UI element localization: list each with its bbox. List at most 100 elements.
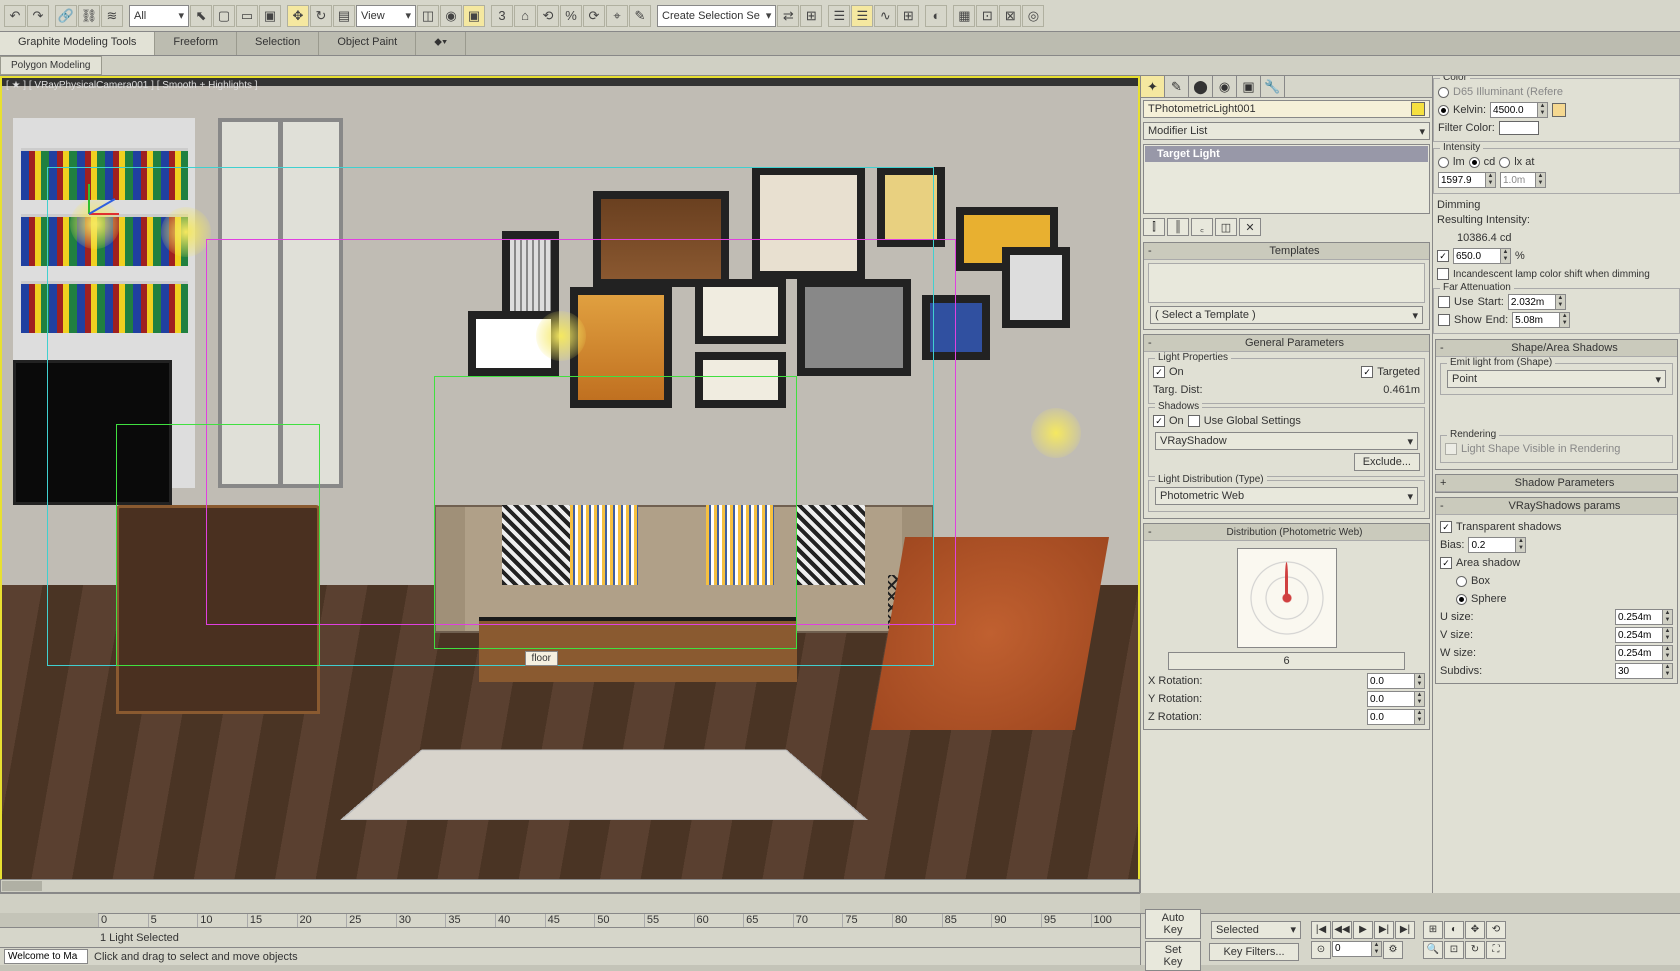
link-button[interactable]: 🔗 bbox=[55, 5, 77, 27]
usize-spinner[interactable]: ▲▼ bbox=[1615, 609, 1673, 625]
snap3-button[interactable]: 3 bbox=[491, 5, 513, 27]
xrot-spinner[interactable]: ▲▼ bbox=[1367, 673, 1425, 689]
subtab-polymodel[interactable]: Polygon Modeling bbox=[0, 56, 102, 75]
modifier-list-dropdown[interactable]: Modifier List bbox=[1143, 122, 1430, 140]
kelvin-spinner[interactable]: ▲▼ bbox=[1490, 102, 1548, 118]
shadows-on-checkbox[interactable] bbox=[1153, 415, 1165, 427]
keyfilters-button[interactable]: Key Filters... bbox=[1209, 943, 1299, 961]
vsize-spinner[interactable]: ▲▼ bbox=[1615, 627, 1673, 643]
h-scrollbar[interactable] bbox=[0, 879, 1140, 893]
vp-nav2[interactable]: ◐ bbox=[1444, 921, 1464, 939]
spinner-snap-button[interactable]: ⟳ bbox=[583, 5, 605, 27]
schematic-button[interactable]: ⊞ bbox=[897, 5, 919, 27]
tab-more[interactable]: ⬥▾ bbox=[416, 32, 466, 55]
quick-render-button[interactable]: ⊠ bbox=[999, 5, 1021, 27]
bind-button[interactable]: ≋ bbox=[101, 5, 123, 27]
ename-button[interactable]: ⌖ bbox=[606, 5, 628, 27]
tab-display[interactable]: ▣ bbox=[1237, 76, 1261, 97]
current-frame-spinner[interactable]: ▲▼ bbox=[1332, 941, 1382, 957]
wsize-spinner[interactable]: ▲▼ bbox=[1615, 645, 1673, 661]
tab-graphite[interactable]: Graphite Modeling Tools bbox=[0, 32, 155, 55]
vp-nav8[interactable]: ⛶ bbox=[1486, 941, 1506, 959]
area-shadow-checkbox[interactable] bbox=[1440, 557, 1452, 569]
tab-create[interactable]: ✦ bbox=[1141, 76, 1165, 97]
prev-frame-button[interactable]: ◀◀ bbox=[1332, 921, 1352, 939]
unlink-button[interactable]: ⛓ bbox=[78, 5, 100, 27]
tab-hierarchy[interactable]: ⬤ bbox=[1189, 76, 1213, 97]
selection-filter-dropdown[interactable]: All bbox=[129, 5, 189, 27]
viewport-label[interactable]: [ ★ ] [ VRayPhysicalCamera001 ] [ Smooth… bbox=[6, 80, 258, 91]
dim-pct-checkbox[interactable] bbox=[1437, 250, 1449, 262]
trans-shadows-checkbox[interactable] bbox=[1440, 521, 1452, 533]
layers2-button[interactable]: ☰ bbox=[851, 5, 873, 27]
show-end-button[interactable]: ║ bbox=[1167, 218, 1189, 236]
shadow-type-dropdown[interactable]: VRayShadow bbox=[1155, 432, 1418, 450]
unique-button[interactable]: ꜀ bbox=[1191, 218, 1213, 236]
tab-utilities[interactable]: 🔧 bbox=[1261, 76, 1285, 97]
material-button[interactable]: ◐ bbox=[925, 5, 947, 27]
templates-head[interactable]: -Templates bbox=[1144, 243, 1429, 260]
goto-end-button[interactable]: ▶| bbox=[1395, 921, 1415, 939]
d65-radio[interactable] bbox=[1438, 87, 1449, 98]
vp-nav1[interactable]: ⊞ bbox=[1423, 921, 1443, 939]
fa-use-checkbox[interactable] bbox=[1438, 296, 1450, 308]
time-config-button[interactable]: ⚙ bbox=[1383, 941, 1403, 959]
vp-nav6[interactable]: ⊡ bbox=[1444, 941, 1464, 959]
general-params-head[interactable]: -General Parameters bbox=[1144, 335, 1429, 352]
intensity-dist-spinner[interactable]: ▲▼ bbox=[1500, 172, 1546, 188]
tab-modify[interactable]: ✎ bbox=[1165, 76, 1189, 97]
intensity-spinner[interactable]: ▲▼ bbox=[1438, 172, 1496, 188]
tab-motion[interactable]: ◉ bbox=[1213, 76, 1237, 97]
emit-shape-dropdown[interactable]: Point bbox=[1447, 370, 1666, 388]
light-shape-vis-checkbox[interactable] bbox=[1445, 443, 1457, 455]
distribution-head[interactable]: -Distribution (Photometric Web) bbox=[1144, 524, 1429, 541]
zrot-spinner[interactable]: ▲▼ bbox=[1367, 709, 1425, 725]
filter-color-swatch[interactable] bbox=[1499, 121, 1539, 135]
manip-button[interactable]: ◉ bbox=[440, 5, 462, 27]
dim-pct-spinner[interactable]: ▲▼ bbox=[1453, 248, 1511, 264]
yrot-spinner[interactable]: ▲▼ bbox=[1367, 691, 1425, 707]
stack-target-light[interactable]: Target Light bbox=[1145, 146, 1428, 162]
color-swatch[interactable] bbox=[1411, 102, 1425, 116]
use-global-checkbox[interactable] bbox=[1188, 415, 1200, 427]
rect-region-button[interactable]: ▭ bbox=[236, 5, 258, 27]
refcoord-dropdown[interactable]: View bbox=[356, 5, 416, 27]
vray-shadows-head[interactable]: -VRayShadows params bbox=[1436, 498, 1677, 515]
scale-button[interactable]: ▤ bbox=[333, 5, 355, 27]
kelvin-radio[interactable] bbox=[1438, 105, 1449, 116]
web-preview[interactable] bbox=[1237, 548, 1337, 648]
modifier-stack[interactable]: Target Light bbox=[1143, 144, 1430, 214]
tab-objectpaint[interactable]: Object Paint bbox=[319, 32, 416, 55]
viewport[interactable]: [ ★ ] [ VRayPhysicalCamera001 ] [ Smooth… bbox=[0, 76, 1140, 893]
angle-snap2-button[interactable]: ⟲ bbox=[537, 5, 559, 27]
key-mode-button[interactable]: ⊙ bbox=[1311, 941, 1331, 959]
incandescent-checkbox[interactable] bbox=[1437, 268, 1449, 280]
fa-show-checkbox[interactable] bbox=[1438, 314, 1450, 326]
object-name-field[interactable]: TPhotometricLight001 bbox=[1143, 100, 1430, 118]
sphere-radio[interactable] bbox=[1456, 594, 1467, 605]
pivot-button[interactable]: ◫ bbox=[417, 5, 439, 27]
curve-ed-button[interactable]: ∿ bbox=[874, 5, 896, 27]
shadow-params-head[interactable]: +Shadow Parameters bbox=[1436, 475, 1677, 492]
kelvin-swatch[interactable] bbox=[1552, 103, 1566, 117]
align-button[interactable]: ⊞ bbox=[800, 5, 822, 27]
targeted-checkbox[interactable] bbox=[1361, 366, 1373, 378]
move-button[interactable]: ✥ bbox=[287, 5, 309, 27]
play-button[interactable]: ▶ bbox=[1353, 921, 1373, 939]
next-frame-button[interactable]: ▶| bbox=[1374, 921, 1394, 939]
lx-radio[interactable] bbox=[1499, 157, 1510, 168]
time-ruler[interactable]: 0510152025303540455055606570758085909510… bbox=[98, 913, 1140, 927]
template-select[interactable]: ( Select a Template ) bbox=[1150, 306, 1423, 324]
angle-snap-button[interactable]: ⌂ bbox=[514, 5, 536, 27]
undo-button[interactable]: ↶ bbox=[4, 5, 26, 27]
track-bar[interactable] bbox=[0, 893, 1140, 913]
move-gizmo[interactable] bbox=[59, 183, 119, 243]
box-radio[interactable] bbox=[1456, 576, 1467, 587]
setkey-button[interactable]: Set Key bbox=[1145, 941, 1201, 971]
window-crossing-button[interactable]: ▣ bbox=[259, 5, 281, 27]
config-button[interactable]: ✕ bbox=[1239, 218, 1261, 236]
rotate-button[interactable]: ↻ bbox=[310, 5, 332, 27]
layers-button[interactable]: ☰ bbox=[828, 5, 850, 27]
vp-nav4[interactable]: ⟲ bbox=[1486, 921, 1506, 939]
named-selset-dropdown[interactable]: Create Selection Se bbox=[657, 5, 776, 27]
